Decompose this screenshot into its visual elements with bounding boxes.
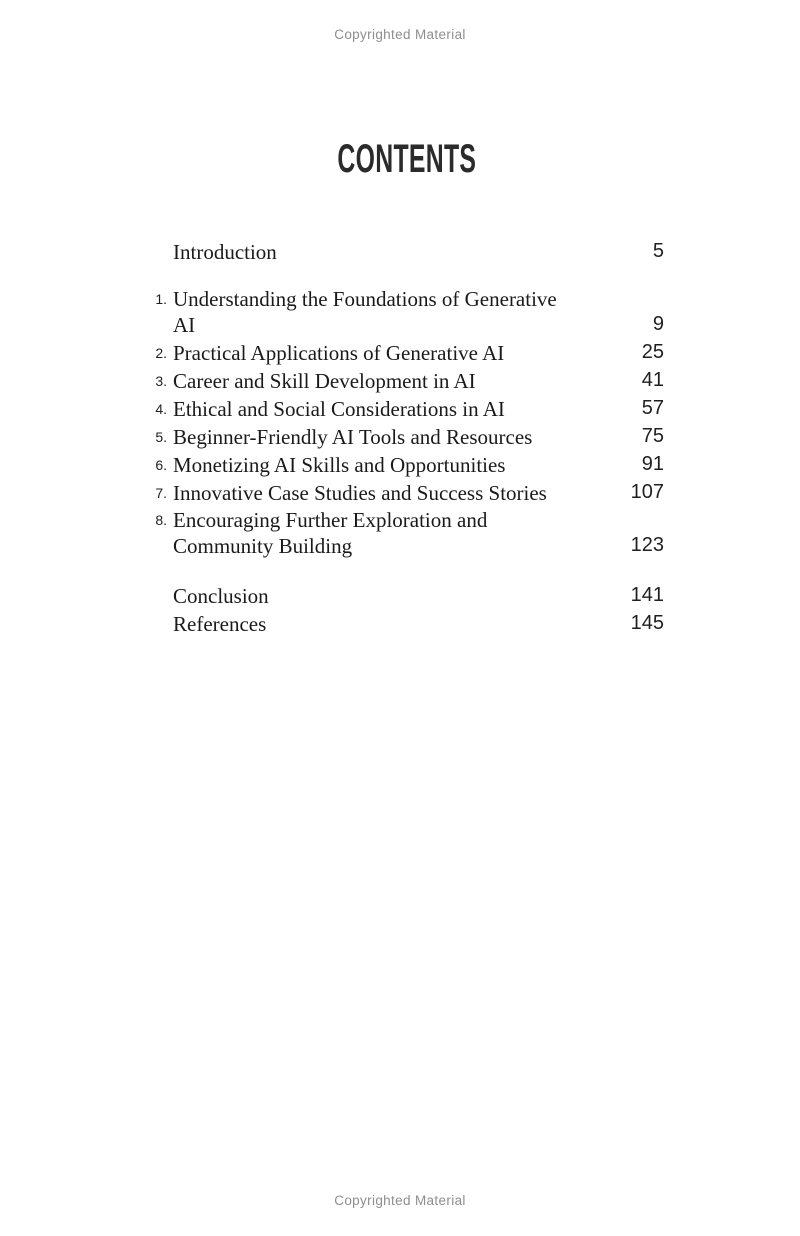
copyright-watermark-bottom: Copyrighted Material bbox=[334, 1193, 466, 1208]
toc-entry-page-number: 57 bbox=[641, 397, 664, 419]
toc-entry-introduction[interactable]: Introduction 5 bbox=[146, 238, 664, 265]
toc-entry-number: 2. bbox=[155, 345, 167, 361]
toc-entry-page-number: 141 bbox=[630, 584, 664, 606]
toc-entry-page-number: 91 bbox=[641, 453, 664, 475]
toc-entry-chapter-1[interactable]: 1. Understanding the Foundations of Gene… bbox=[146, 286, 664, 338]
toc-entry-page-number: 41 bbox=[641, 369, 664, 391]
toc-entry-title: Innovative Case Studies and Success Stor… bbox=[173, 481, 547, 505]
toc-entry-number: 3. bbox=[155, 373, 167, 389]
toc-entry-number: 7. bbox=[155, 485, 167, 501]
toc-entry-left: 8. Encouraging Further Exploration and C… bbox=[146, 507, 624, 559]
toc-entry-title: Introduction bbox=[173, 240, 277, 264]
toc-entry-number: 5. bbox=[155, 429, 167, 445]
toc-entry-chapter-2[interactable]: 2. Practical Applications of Generative … bbox=[146, 339, 664, 366]
toc-entry-references[interactable]: References 145 bbox=[146, 610, 664, 637]
toc-entry-title: References bbox=[173, 612, 267, 636]
toc-entry-chapter-6[interactable]: 6. Monetizing AI Skills and Opportunitie… bbox=[146, 451, 664, 478]
toc-entry-left: 6. Monetizing AI Skills and Opportunitie… bbox=[146, 452, 624, 478]
toc-entry-chapter-8[interactable]: 8. Encouraging Further Exploration and C… bbox=[146, 507, 664, 559]
toc-entry-chapter-3[interactable]: 3. Career and Skill Development in AI 41 bbox=[146, 367, 664, 394]
page-title: CONTENTS bbox=[337, 137, 477, 181]
book-page: Copyrighted Material CONTENTS Introducti… bbox=[0, 0, 800, 1236]
toc-entry-title: Beginner-Friendly AI Tools and Resources bbox=[173, 425, 533, 449]
toc-entry-number: 8. bbox=[155, 512, 167, 528]
toc-entry-left: Conclusion bbox=[146, 583, 624, 609]
toc-entry-conclusion[interactable]: Conclusion 141 bbox=[146, 582, 664, 609]
toc-entry-title: Practical Applications of Generative AI bbox=[173, 341, 505, 365]
toc-entry-left: 5. Beginner-Friendly AI Tools and Resour… bbox=[146, 424, 624, 450]
toc-entry-left: Introduction bbox=[146, 239, 624, 265]
toc-entry-title: Monetizing AI Skills and Opportunities bbox=[173, 453, 506, 477]
toc-entry-page-number: 145 bbox=[630, 612, 664, 634]
toc-entry-title: Understanding the Foundations of Generat… bbox=[173, 287, 557, 337]
toc-entry-page-number: 107 bbox=[630, 481, 664, 503]
toc-entry-left: 1. Understanding the Foundations of Gene… bbox=[146, 286, 624, 338]
toc-entry-left: 4. Ethical and Social Considerations in … bbox=[146, 396, 624, 422]
toc-entry-chapter-4[interactable]: 4. Ethical and Social Considerations in … bbox=[146, 395, 664, 422]
toc-entry-page-number: 5 bbox=[652, 240, 664, 262]
toc-entry-title: Career and Skill Development in AI bbox=[173, 369, 476, 393]
toc-entry-left: 3. Career and Skill Development in AI bbox=[146, 368, 624, 394]
toc-entry-title: Ethical and Social Considerations in AI bbox=[173, 397, 505, 421]
copyright-watermark-top: Copyrighted Material bbox=[334, 27, 466, 42]
toc-entry-page-number: 9 bbox=[652, 313, 664, 335]
toc-entry-number: 1. bbox=[155, 291, 167, 307]
toc-entry-number: 6. bbox=[155, 457, 167, 473]
table-of-contents: Introduction 5 1. Understanding the Foun… bbox=[146, 238, 664, 637]
toc-entry-left: 7. Innovative Case Studies and Success S… bbox=[146, 480, 624, 506]
toc-entry-title: Conclusion bbox=[173, 584, 269, 608]
toc-entry-page-number: 75 bbox=[641, 425, 664, 447]
toc-entry-left: References bbox=[146, 611, 624, 637]
toc-entry-number: 4. bbox=[155, 401, 167, 417]
toc-entry-chapter-5[interactable]: 5. Beginner-Friendly AI Tools and Resour… bbox=[146, 423, 664, 450]
toc-entry-title: Encouraging Further Exploration and Comm… bbox=[173, 508, 488, 558]
toc-entry-page-number: 123 bbox=[630, 534, 664, 556]
toc-entry-chapter-7[interactable]: 7. Innovative Case Studies and Success S… bbox=[146, 479, 664, 506]
toc-entry-page-number: 25 bbox=[641, 341, 664, 363]
toc-entry-left: 2. Practical Applications of Generative … bbox=[146, 340, 624, 366]
